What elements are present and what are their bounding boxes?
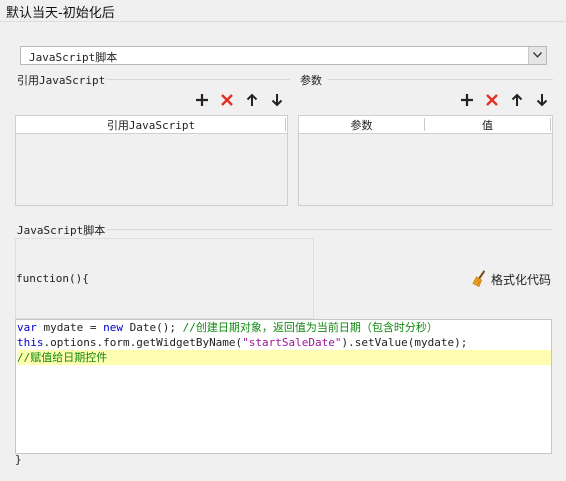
add-icon: [196, 94, 208, 106]
ref-js-column-header[interactable]: 引用JavaScript: [16, 117, 286, 133]
param-move-down-button[interactable]: [534, 92, 550, 108]
title-divider: [0, 21, 566, 22]
ref-move-down-button[interactable]: [269, 92, 285, 108]
param-move-up-button[interactable]: [509, 92, 525, 108]
move-up-icon: [511, 93, 523, 106]
param-name-column-header[interactable]: 参数: [299, 117, 424, 133]
chevron-down-icon[interactable]: [528, 47, 546, 64]
ref-move-up-button[interactable]: [244, 92, 260, 108]
window-title: 默认当天-初始化后: [6, 6, 115, 21]
code-line-2: this.options.form.getWidgetByName("start…: [17, 336, 468, 349]
params-section-label: 参数: [300, 74, 322, 87]
move-down-icon: [271, 94, 283, 107]
params-table[interactable]: 参数 值: [298, 115, 553, 206]
function-header: function(){: [16, 272, 89, 285]
params-section-divider: [328, 79, 553, 80]
function-closing-brace: }: [15, 453, 22, 466]
params-table-header: 参数 值: [299, 116, 552, 134]
param-add-button[interactable]: [459, 92, 475, 108]
delete-icon: [221, 94, 233, 106]
code-line-3: //赋值给日期控件: [17, 350, 551, 365]
move-down-icon: [536, 94, 548, 107]
code-line-1: var mydate = new Date(); //创建日期对象，返回值为当前…: [17, 321, 438, 334]
param-delete-button[interactable]: [484, 92, 500, 108]
js-script-section-divider: [107, 229, 553, 230]
delete-icon: [486, 94, 498, 106]
add-icon: [461, 94, 473, 106]
ref-delete-button[interactable]: [219, 92, 235, 108]
broom-icon: [472, 270, 485, 288]
script-type-select[interactable]: JavaScript脚本: [20, 46, 547, 65]
format-code-label: 格式化代码: [491, 273, 552, 287]
ref-js-section-divider: [106, 79, 290, 80]
js-script-section-label: JavaScript脚本: [17, 224, 106, 237]
param-value-column-header[interactable]: 值: [425, 117, 550, 133]
move-up-icon: [246, 93, 258, 106]
ref-js-table-header: 引用JavaScript: [16, 116, 287, 134]
ref-js-table[interactable]: 引用JavaScript: [15, 115, 288, 206]
script-type-value: JavaScript脚本: [29, 51, 118, 64]
code-editor[interactable]: var mydate = new Date(); //创建日期对象，返回值为当前…: [15, 319, 552, 454]
ref-js-section-label: 引用JavaScript: [17, 74, 106, 87]
ref-add-button[interactable]: [194, 92, 210, 108]
